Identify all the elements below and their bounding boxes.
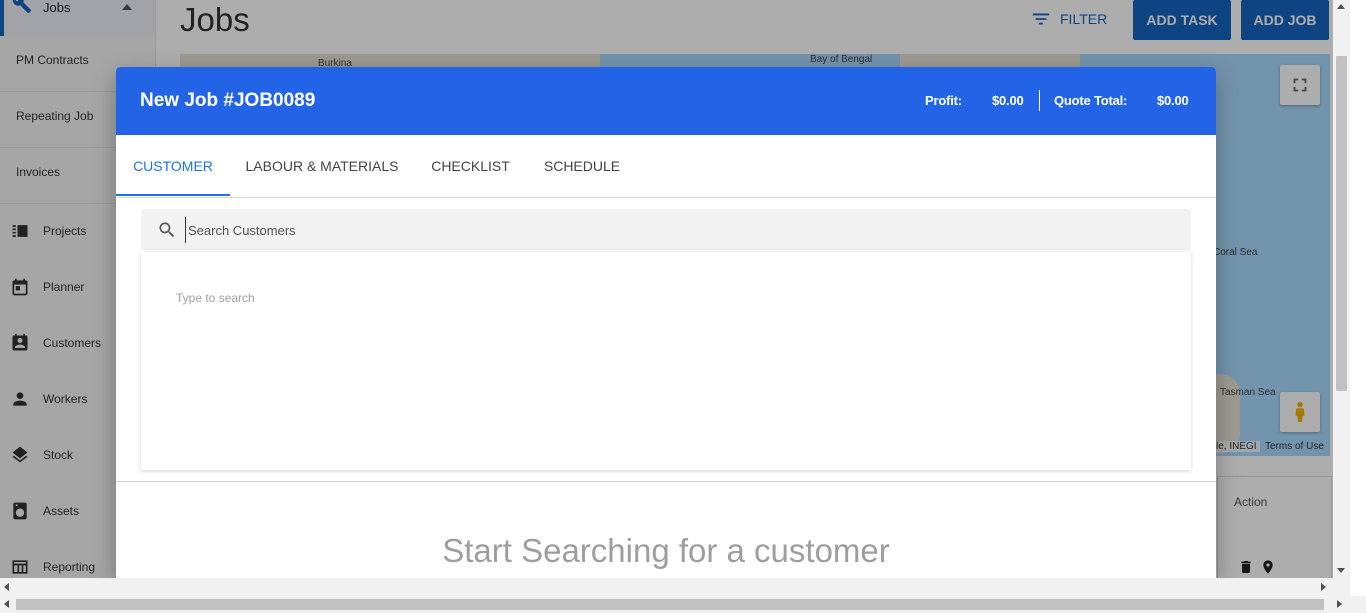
profit-value: $0.00 [992,93,1024,108]
search-customers-input[interactable] [185,217,1180,243]
scroll-up-arrow-icon[interactable] [1337,4,1345,9]
tab-labour-materials[interactable]: LABOUR & MATERIALS [230,135,414,196]
quote-total-value: $0.00 [1157,93,1189,108]
scrollbar-thumb[interactable] [16,599,1324,610]
scroll-left-arrow-icon[interactable] [4,600,9,608]
scroll-left-arrow-icon[interactable] [4,583,9,591]
dialog-tabs: CUSTOMER LABOUR & MATERIALS CHECKLIST SC… [116,135,1216,198]
search-icon [159,222,175,238]
tab-customer[interactable]: CUSTOMER [116,135,230,196]
vertical-scrollbar[interactable] [1333,0,1350,578]
quote-total-label: Quote Total: [1054,93,1128,108]
new-job-dialog: New Job #JOB0089 Profit: $0.00 Quote Tot… [116,67,1216,578]
empty-state-message: Start Searching for a customer [442,532,890,569]
dialog-title: New Job #JOB0089 [140,90,316,111]
scroll-right-arrow-icon[interactable] [1321,583,1326,591]
divider [116,481,1216,482]
customer-search-bar [141,209,1191,250]
tab-schedule[interactable]: SCHEDULE [527,135,637,196]
dialog-header: New Job #JOB0089 Profit: $0.00 Quote Tot… [116,67,1216,135]
scrollbar-thumb[interactable] [1336,56,1347,391]
scroll-right-arrow-icon[interactable] [1337,600,1342,608]
scroll-down-arrow-icon[interactable] [1337,568,1345,573]
horizontal-scrollbar[interactable] [0,596,1366,613]
results-hint: Type to search [176,291,255,305]
inner-horizontal-scrollbar[interactable] [0,578,1350,596]
header-divider [1039,90,1040,111]
tab-checklist[interactable]: CHECKLIST [414,135,527,196]
page-gutter [1350,0,1366,578]
active-tab-indicator [116,194,230,196]
search-results-panel: Type to search [141,252,1191,470]
profit-label: Profit: [925,93,962,108]
